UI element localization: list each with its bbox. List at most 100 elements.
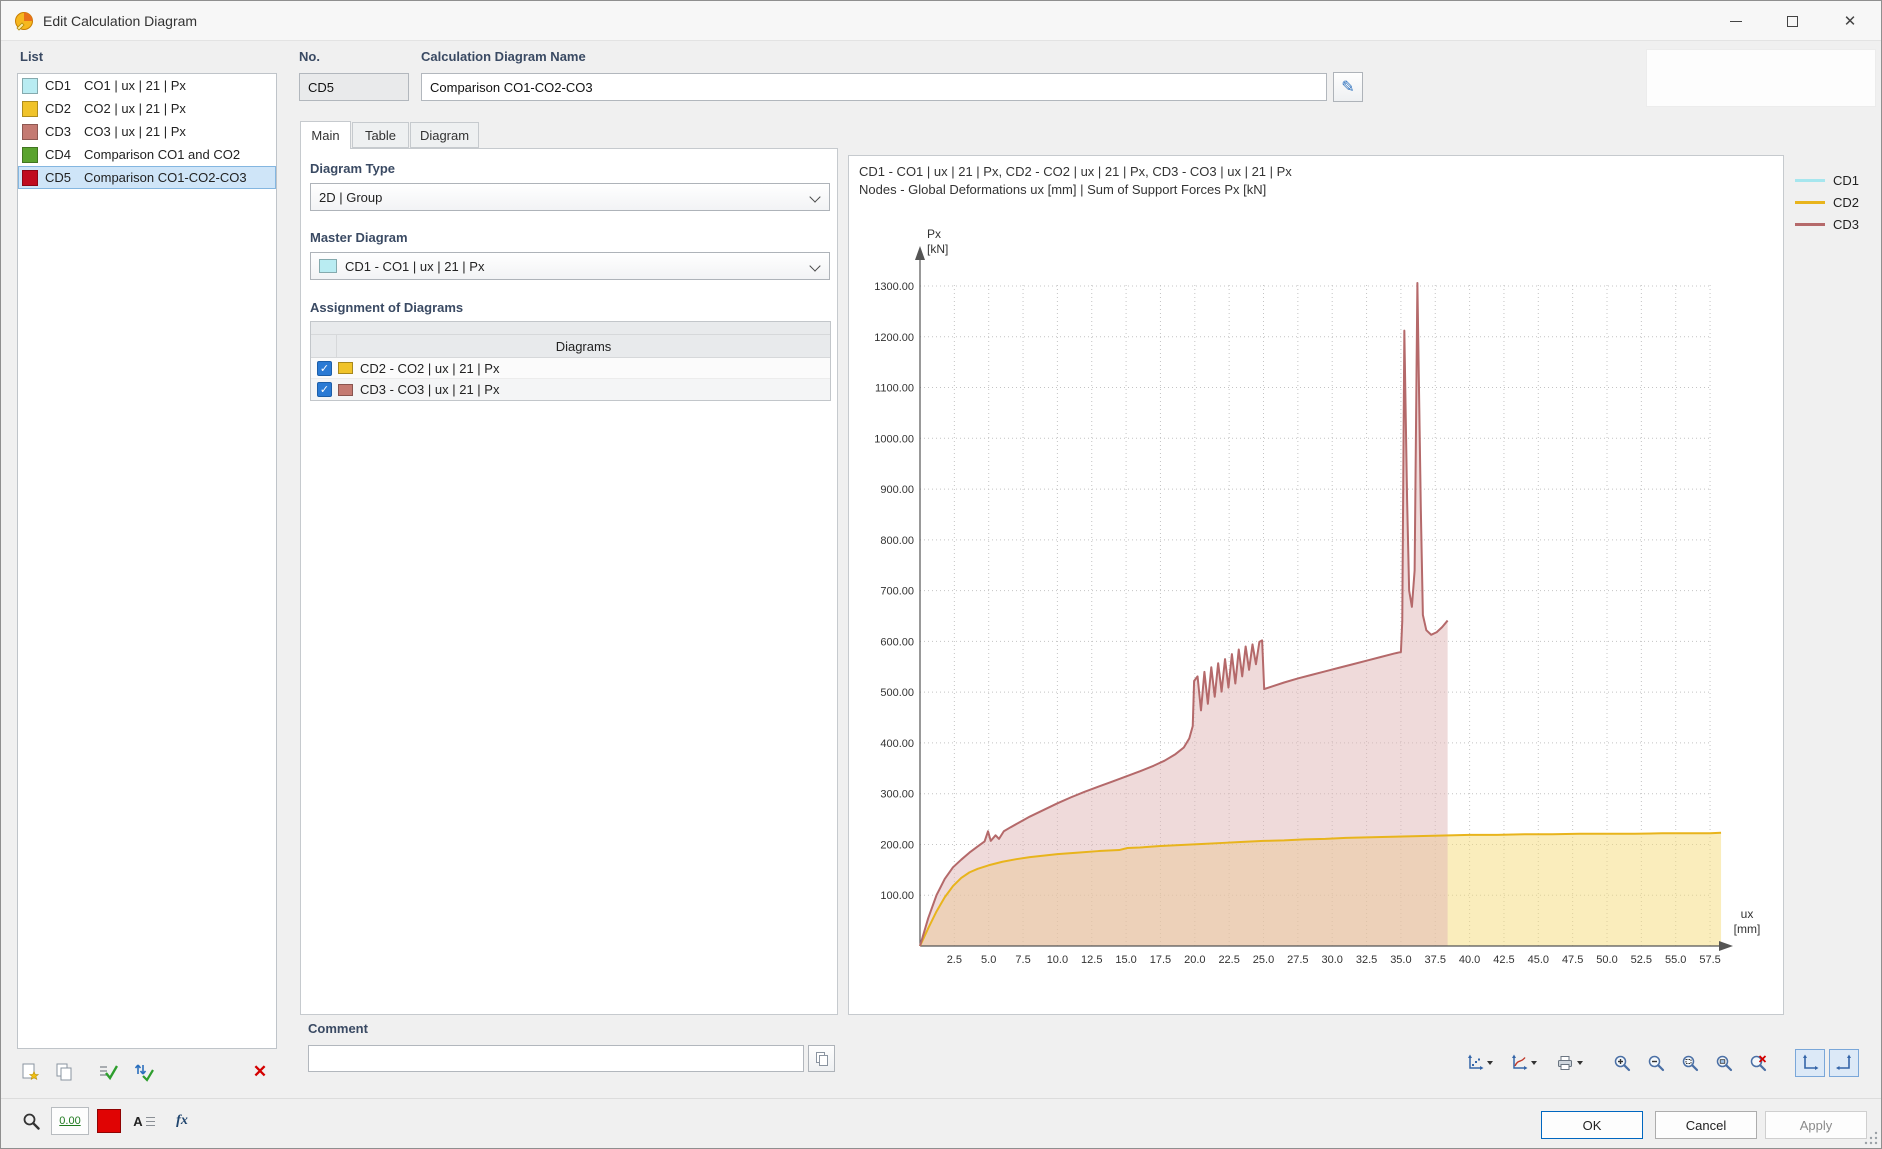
zoom-out-icon [1647,1054,1665,1072]
minimize-button[interactable] [1710,1,1762,41]
chevron-down-icon [809,191,820,202]
assignment-rows: ✓CD2 - CO2 | ux | 21 | Px✓CD3 - CO3 | ux… [311,358,830,400]
svg-text:7.5: 7.5 [1015,954,1030,966]
tab-table[interactable]: Table [352,122,409,148]
diagram-color-swatch [319,259,337,273]
print-button[interactable] [1549,1049,1589,1077]
details-search-button[interactable] [17,1107,45,1135]
invert-selection-button[interactable] [131,1059,157,1085]
display-settings-button[interactable]: A [129,1107,159,1135]
chart-legend: CD1 CD2 CD3 [1795,169,1859,235]
formula-button[interactable]: fx [167,1107,197,1135]
list-item-id: CD5 [45,170,77,185]
legend-item: CD3 [1795,213,1859,235]
close-button[interactable]: ✕ [1822,1,1878,41]
tab-main[interactable]: Main [300,121,351,149]
row-checkbox[interactable]: ✓ [317,361,332,376]
master-diagram-select[interactable]: CD1 - CO1 | ux | 21 | Px [310,252,830,280]
master-diagram-label: Master Diagram [310,230,408,245]
decimal-places-label: 0.00 [59,1115,80,1127]
list-item[interactable]: CD3CO3 | ux | 21 | Px [18,120,276,143]
svg-text:300.00: 300.00 [880,789,914,801]
zoom-window-icon [1681,1054,1699,1072]
diagram-color-swatch [22,78,38,94]
diagram-color-swatch [22,170,38,186]
diagram-type-select[interactable]: 2D | Group [310,183,830,211]
svg-text:600.00: 600.00 [880,636,914,648]
chevron-down-icon [809,260,820,271]
list-item[interactable]: CD5 Comparison CO1-CO2-CO3 [18,166,276,189]
cancel-button[interactable]: Cancel [1655,1111,1757,1139]
assignment-row-label: CD3 - CO3 | ux | 21 | Px [360,382,499,397]
svg-text:[mm]: [mm] [1734,922,1761,936]
comment-input[interactable] [308,1045,804,1072]
assignment-table: Diagrams ✓CD2 - CO2 | ux | 21 | Px✓CD3 -… [310,321,831,401]
legend-item: CD1 [1795,169,1859,191]
tab-diagram[interactable]: Diagram [410,122,479,148]
list-item[interactable]: CD2CO2 | ux | 21 | Px [18,97,276,120]
legend-label: CD3 [1833,217,1859,232]
svg-text:1100.00: 1100.00 [875,383,914,395]
calculation-diagram-chart[interactable]: 2.55.07.510.012.515.017.520.022.525.027.… [849,156,1783,1014]
chart-layout-left-button[interactable] [1795,1049,1825,1077]
window-title: Edit Calculation Diagram [43,13,197,29]
check-all-button[interactable] [95,1059,121,1085]
ok-button[interactable]: OK [1541,1111,1643,1139]
list-item-desc: CO2 | ux | 21 | Px [84,101,186,116]
color-picker-button[interactable] [97,1109,121,1133]
assignment-table-top-strip [311,322,830,335]
chevron-down-icon [1531,1061,1537,1065]
list-item[interactable]: CD4Comparison CO1 and CO2 [18,143,276,166]
list-item[interactable]: CD1CO1 | ux | 21 | Px [18,74,276,97]
copy-icon [54,1062,74,1082]
no-field: CD5 [299,73,409,101]
diagram-type-label: Diagram Type [310,161,395,176]
list-item-desc: Comparison CO1-CO2-CO3 [84,170,247,185]
chart-layout-right-button[interactable] [1829,1049,1859,1077]
main-tab-panel: Diagram Type 2D | Group Master Diagram C… [300,148,838,1015]
title-bar: Edit Calculation Diagram ✕ [1,1,1881,41]
zoom-all-button[interactable] [1709,1049,1739,1077]
legend-label: CD2 [1833,195,1859,210]
chevron-down-icon [1577,1061,1583,1065]
copy-diagram-button[interactable] [51,1059,77,1085]
axis-markers-button[interactable] [1459,1049,1499,1077]
legend-label: CD1 [1833,173,1859,188]
new-diagram-button[interactable] [17,1059,43,1085]
row-checkbox[interactable]: ✓ [317,382,332,397]
list-box: CD1CO1 | ux | 21 | PxCD2CO2 | ux | 21 | … [17,73,277,1049]
diagrams-column-header: Diagrams [337,335,830,357]
svg-text:50.0: 50.0 [1596,954,1617,966]
diagram-color-swatch [22,101,38,117]
no-label: No. [299,49,320,64]
svg-text:400.00: 400.00 [880,738,914,750]
assignment-label: Assignment of Diagrams [310,300,463,315]
resize-grip[interactable] [1863,1130,1879,1146]
svg-text:32.5: 32.5 [1356,954,1377,966]
svg-text:5.0: 5.0 [981,954,996,966]
name-label: Calculation Diagram Name [421,49,586,64]
maximize-button[interactable] [1766,1,1818,41]
diagram-color-swatch [338,384,353,396]
delete-diagram-button[interactable]: ✕ [247,1059,273,1085]
zoom-window-button[interactable] [1675,1049,1705,1077]
maximize-icon [1787,16,1798,27]
decimal-places-button[interactable]: 0.00 [51,1107,89,1135]
zoom-cancel-button[interactable] [1743,1049,1773,1077]
zoom-in-button[interactable] [1607,1049,1637,1077]
axis-lines-button[interactable] [1503,1049,1543,1077]
svg-text:20.0: 20.0 [1184,954,1205,966]
svg-text:100.00: 100.00 [880,890,914,902]
svg-text:55.0: 55.0 [1665,954,1686,966]
chart-title: CD1 - CO1 | ux | 21 | Px, CD2 - CO2 | ux… [859,164,1292,179]
svg-text:45.0: 45.0 [1528,954,1549,966]
svg-text:47.5: 47.5 [1562,954,1583,966]
diagram-type-value: 2D | Group [319,190,382,205]
apply-button[interactable]: Apply [1765,1111,1867,1139]
rename-button[interactable]: ✎ [1333,72,1363,102]
comment-copy-button[interactable] [808,1045,835,1072]
axes-line-icon [1510,1054,1528,1072]
zoom-out-button[interactable] [1641,1049,1671,1077]
diagram-name-input[interactable] [421,73,1327,101]
svg-text:10.0: 10.0 [1047,954,1068,966]
